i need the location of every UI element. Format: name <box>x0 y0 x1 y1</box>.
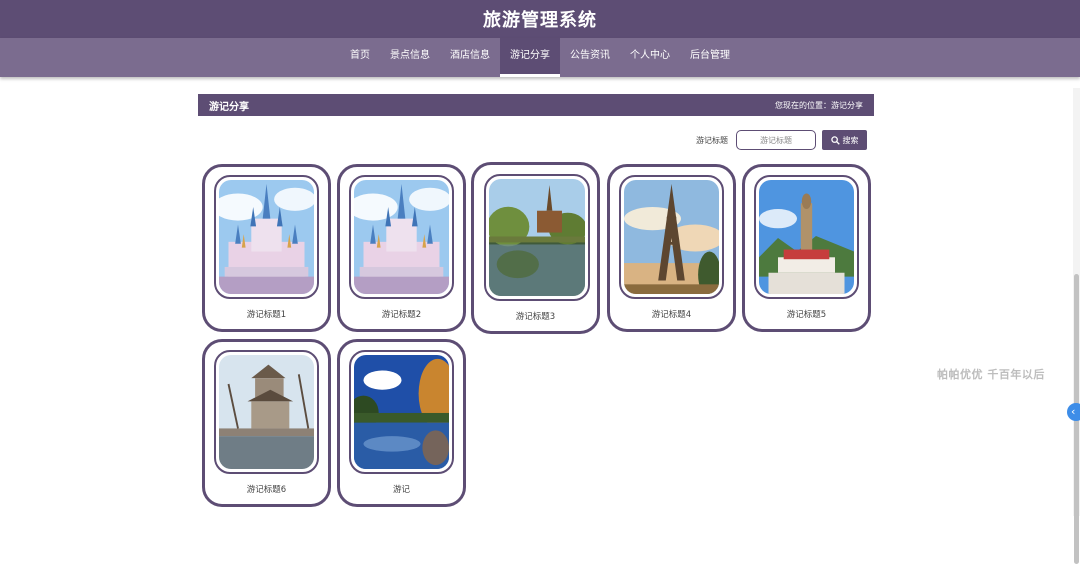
search-input[interactable] <box>736 130 816 150</box>
card-title: 游记 <box>392 485 410 495</box>
nav-admin[interactable]: 后台管理 <box>680 38 740 77</box>
pagoda-lake-photo <box>489 179 585 296</box>
travel-note-card[interactable]: 游记标题4 <box>607 164 736 332</box>
site-header: 旅游管理系统 <box>0 0 1080 38</box>
castle-photo <box>219 180 314 294</box>
tower-pavilion-photo <box>219 355 314 469</box>
travel-note-card[interactable]: 游记标题6 <box>202 339 331 507</box>
watermark: 帕帕优优 千百年以后 <box>937 368 1045 381</box>
search-button-label: 搜索 <box>842 135 859 145</box>
card-title: 游记标题1 <box>246 310 287 320</box>
section-title: 游记分享 <box>209 101 249 113</box>
section-header: 游记分享 您现在的位置：游记分享 <box>198 94 874 116</box>
travel-note-card[interactable]: 游记 <box>337 339 466 507</box>
search-icon <box>830 135 840 145</box>
site-title: 旅游管理系统 <box>483 10 597 31</box>
card-title: 游记标题5 <box>786 310 827 320</box>
nav-hotels[interactable]: 酒店信息 <box>440 38 500 77</box>
autumn-lake-photo <box>354 355 449 469</box>
travel-note-card[interactable]: 游记标题5 <box>742 164 871 332</box>
nav-announcements[interactable]: 公告资讯 <box>560 38 620 77</box>
page-scrollbar[interactable] <box>1073 88 1080 564</box>
card-title: 游记标题2 <box>381 310 422 320</box>
card-title: 游记标题4 <box>651 310 692 320</box>
nav-attractions[interactable]: 景点信息 <box>380 38 440 77</box>
travel-note-card[interactable]: 游记标题3 <box>471 162 600 334</box>
card-title: 游记标题6 <box>246 485 287 495</box>
castle-photo <box>354 180 449 294</box>
main-nav: 首页 景点信息 酒店信息 游记分享 公告资讯 个人中心 后台管理 <box>0 38 1080 77</box>
search-label: 游记标题 <box>696 135 728 145</box>
nav-travel-notes[interactable]: 游记分享 <box>500 38 560 77</box>
nav-home[interactable]: 首页 <box>340 38 380 77</box>
travel-note-card[interactable]: 游记标题1 <box>202 164 331 332</box>
search-row: 游记标题 搜索 <box>696 130 867 150</box>
search-button[interactable]: 搜索 <box>822 130 867 150</box>
buddha-statue-photo <box>759 180 854 294</box>
travel-note-card[interactable]: 游记标题2 <box>337 164 466 332</box>
nav-personal-center[interactable]: 个人中心 <box>620 38 680 77</box>
chevron-left-icon[interactable]: ‹ <box>1067 403 1080 421</box>
card-title: 游记标题3 <box>515 312 556 322</box>
breadcrumb: 您现在的位置：游记分享 <box>775 100 863 110</box>
eiffel-tower-photo <box>624 180 719 294</box>
